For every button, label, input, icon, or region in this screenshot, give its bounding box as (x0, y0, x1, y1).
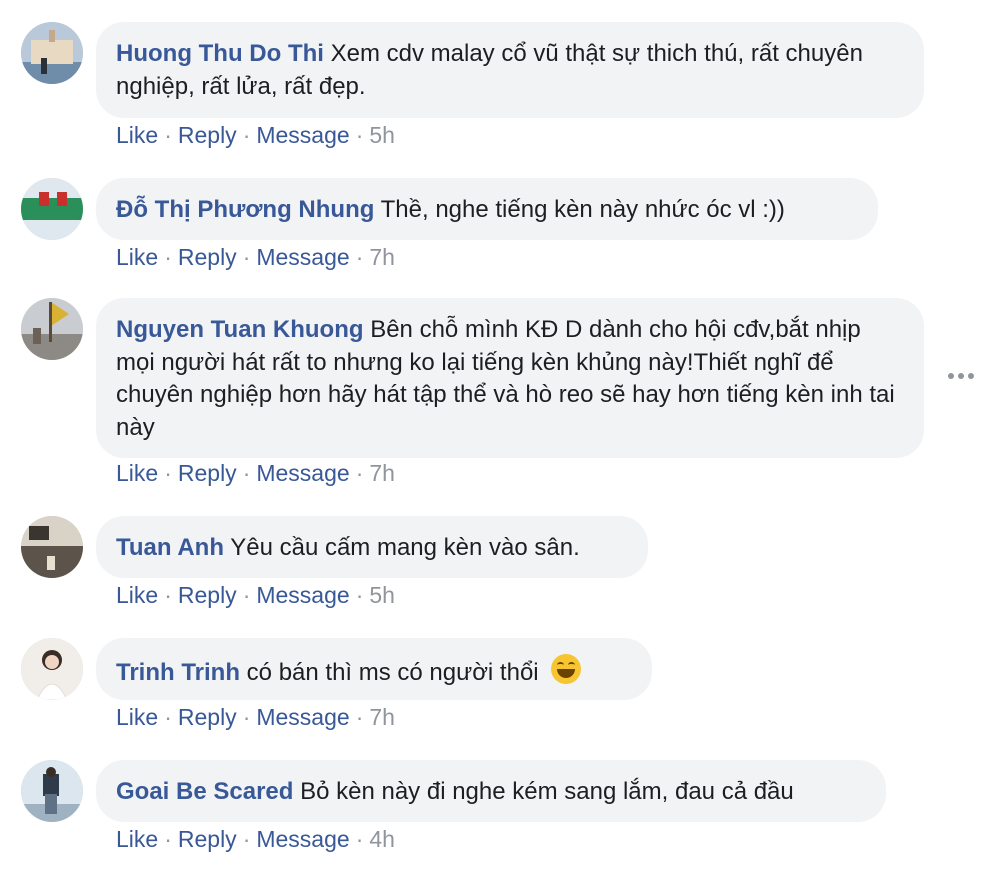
separator: · (164, 582, 172, 608)
separator: · (242, 704, 251, 730)
separator: · (242, 582, 251, 608)
separator: · (355, 244, 364, 270)
comment-time[interactable]: 5h (369, 582, 395, 608)
separator: · (355, 460, 364, 486)
comment-text: Yêu cầu cấm mang kèn vào sân. (230, 534, 580, 561)
avatar[interactable] (21, 516, 83, 578)
reply-link[interactable]: Reply (178, 460, 237, 486)
comment-time[interactable]: 7h (369, 704, 395, 730)
avatar[interactable] (21, 760, 83, 822)
comment-text: có bán thì ms có người thổi (246, 659, 539, 686)
comment-bubble: Goai Be Scared Bỏ kèn này đi nghe kém sa… (96, 760, 886, 822)
comment-bubble: Tuan Anh Yêu cầu cấm mang kèn vào sân. (96, 516, 648, 578)
comment-actions: Like · Reply · Message · 5h (116, 122, 395, 149)
comment-actions: Like · Reply · Message · 4h (116, 826, 395, 853)
comment-time[interactable]: 5h (369, 122, 395, 148)
avatar[interactable] (21, 298, 83, 360)
comment-text: Thề, nghe tiếng kèn này nhức óc vl :)) (380, 196, 785, 223)
like-link[interactable]: Like (116, 826, 158, 852)
separator: · (164, 826, 172, 852)
like-link[interactable]: Like (116, 244, 158, 270)
separator: · (355, 582, 364, 608)
separator: · (164, 704, 172, 730)
comment-author[interactable]: Tuan Anh (116, 534, 224, 561)
separator: · (242, 122, 251, 148)
like-link[interactable]: Like (116, 460, 158, 486)
separator: · (164, 122, 172, 148)
comment-bubble: Trinh Trinh có bán thì ms có người thổi (96, 638, 652, 700)
comment-time[interactable]: 4h (369, 826, 395, 852)
separator: · (242, 244, 251, 270)
reply-link[interactable]: Reply (178, 122, 237, 148)
comment-author[interactable]: Huong Thu Do Thi (116, 40, 324, 67)
message-link[interactable]: Message (256, 460, 349, 486)
reply-link[interactable]: Reply (178, 244, 237, 270)
message-link[interactable]: Message (256, 244, 349, 270)
avatar[interactable] (21, 22, 83, 84)
comment-author[interactable]: Goai Be Scared (116, 778, 293, 805)
comment-bubble: Đỗ Thị Phương Nhung Thề, nghe tiếng kèn … (96, 178, 878, 240)
separator: · (242, 460, 251, 486)
message-link[interactable]: Message (256, 582, 349, 608)
grinning-face-emoji (551, 654, 582, 684)
message-link[interactable]: Message (256, 122, 349, 148)
comment-author[interactable]: Nguyen Tuan Khuong (116, 316, 364, 343)
separator: · (164, 244, 172, 270)
comment-author[interactable]: Đỗ Thị Phương Nhung (116, 196, 374, 223)
separator: · (355, 122, 364, 148)
comment-time[interactable]: 7h (369, 460, 395, 486)
comment-actions: Like · Reply · Message · 7h (116, 460, 395, 487)
separator: · (164, 460, 172, 486)
message-link[interactable]: Message (256, 826, 349, 852)
comment-actions: Like · Reply · Message · 5h (116, 582, 395, 609)
reply-link[interactable]: Reply (178, 826, 237, 852)
like-link[interactable]: Like (116, 122, 158, 148)
reply-link[interactable]: Reply (178, 582, 237, 608)
reply-link[interactable]: Reply (178, 704, 237, 730)
comment-actions: Like · Reply · Message · 7h (116, 704, 395, 731)
separator: · (355, 826, 364, 852)
comment-bubble: Nguyen Tuan Khuong Bên chỗ mình KĐ D dàn… (96, 298, 924, 458)
avatar[interactable] (21, 178, 83, 240)
like-link[interactable]: Like (116, 704, 158, 730)
comment-text: Bỏ kèn này đi nghe kém sang lắm, đau cả … (300, 778, 794, 805)
more-options-icon[interactable] (948, 369, 976, 383)
comment-author[interactable]: Trinh Trinh (116, 659, 240, 686)
separator: · (355, 704, 364, 730)
comment-actions: Like · Reply · Message · 7h (116, 244, 395, 271)
comment-time[interactable]: 7h (369, 244, 395, 270)
separator: · (242, 826, 251, 852)
comment-bubble: Huong Thu Do Thi Xem cdv malay cổ vũ thậ… (96, 22, 924, 118)
message-link[interactable]: Message (256, 704, 349, 730)
avatar[interactable] (21, 638, 83, 700)
like-link[interactable]: Like (116, 582, 158, 608)
